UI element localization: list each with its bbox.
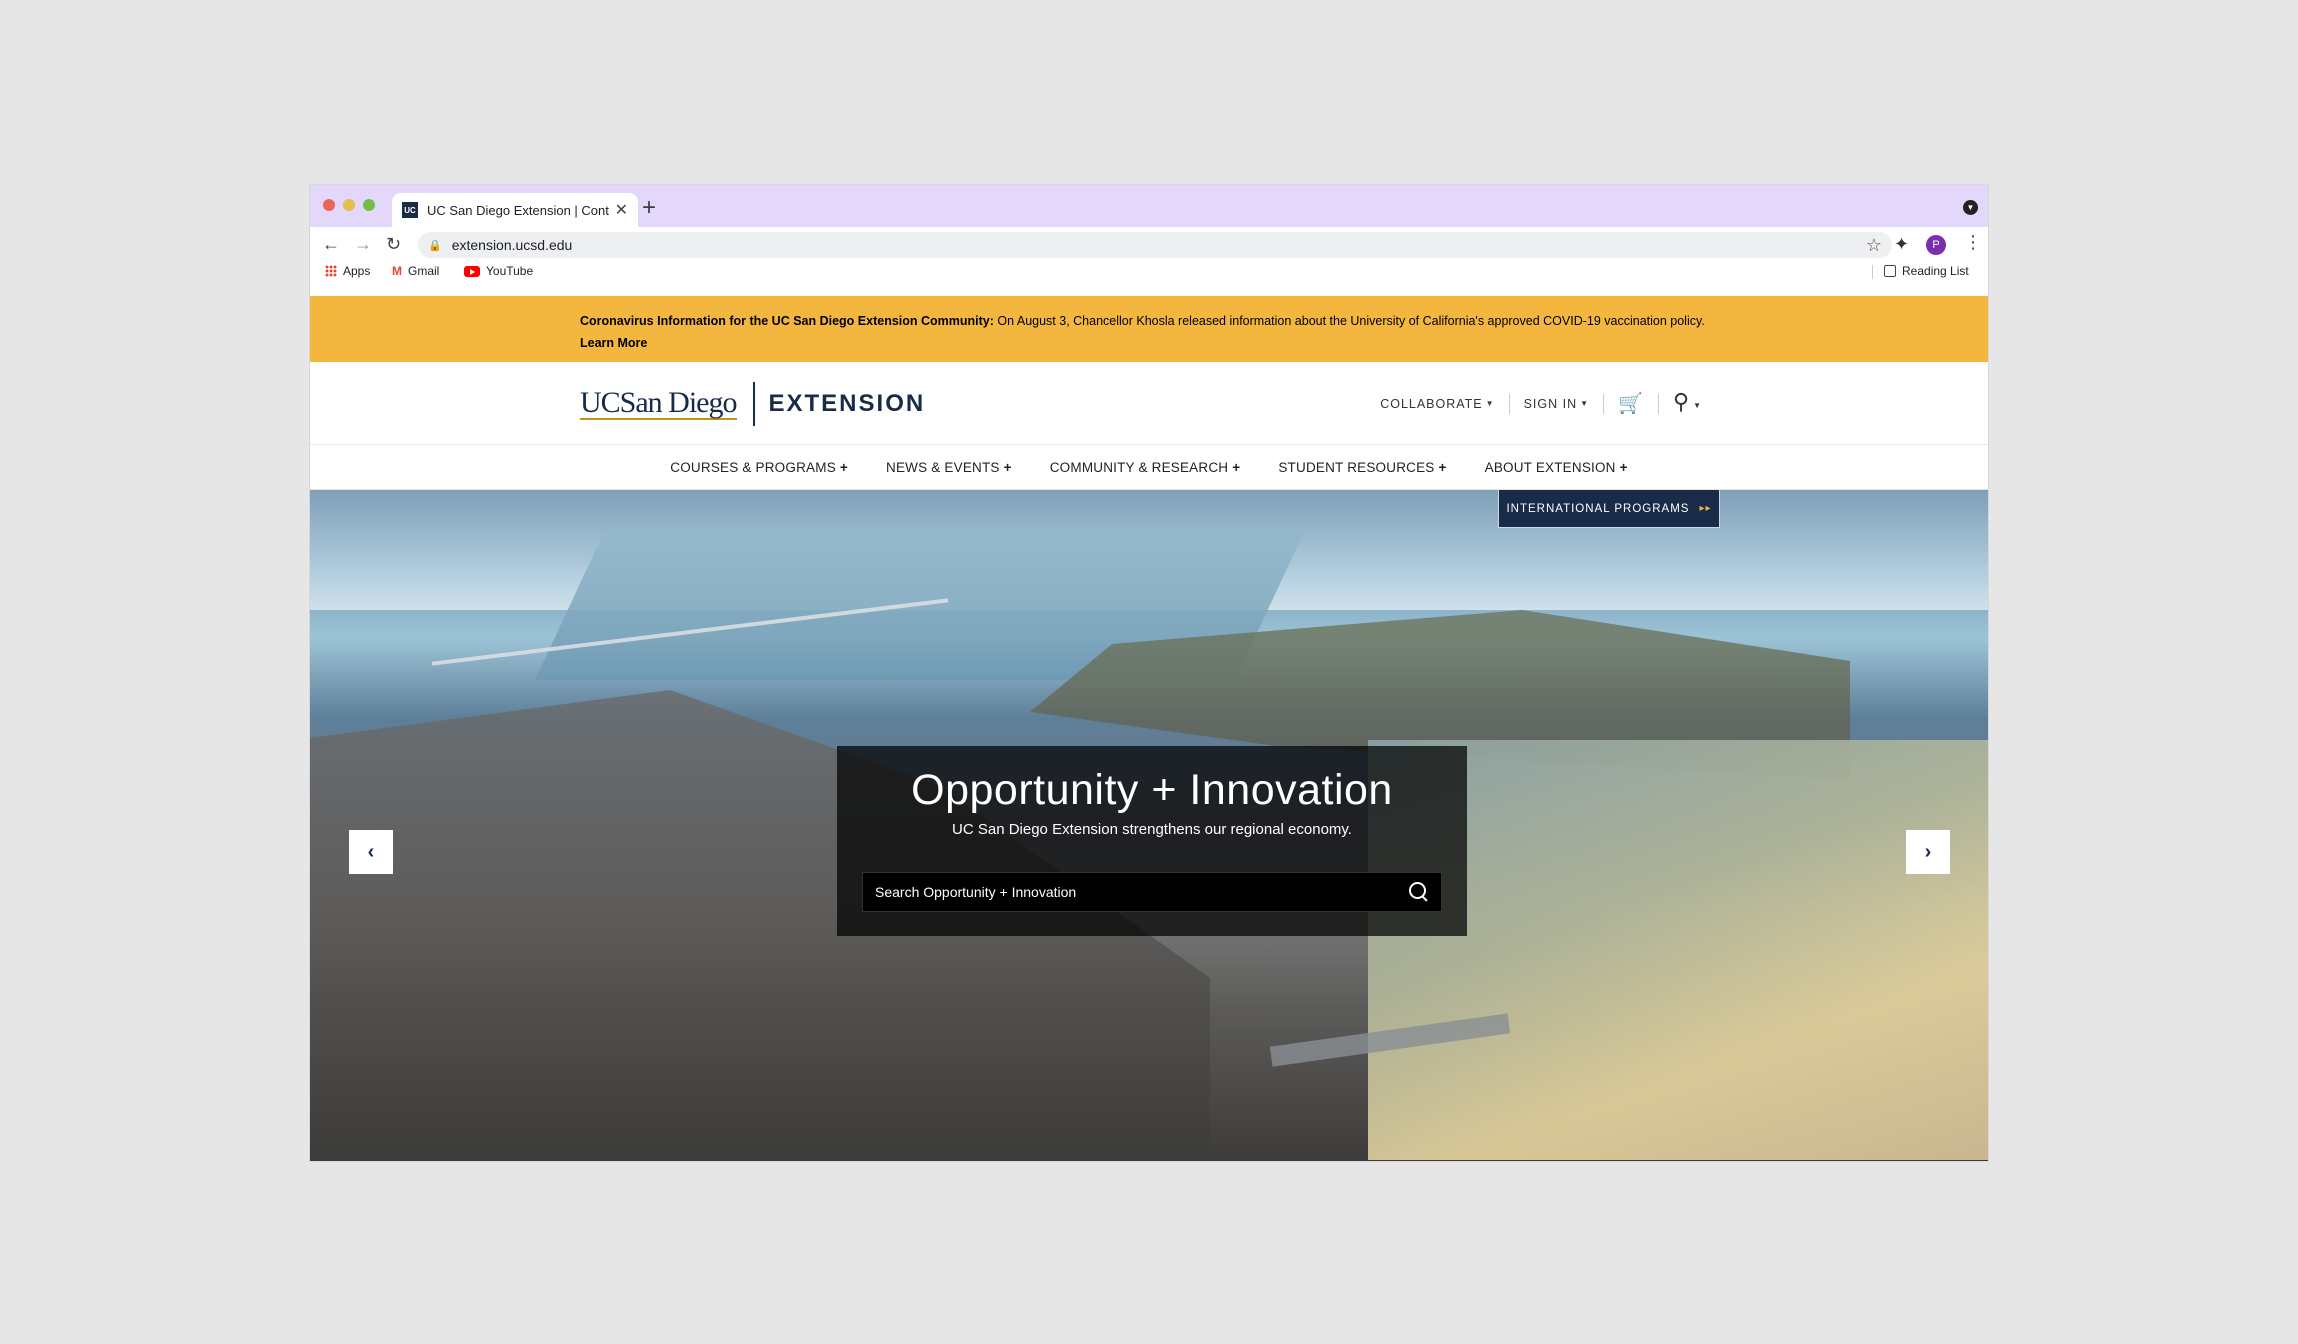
collaborate-menu[interactable]: COLLABORATE ▼ (1366, 393, 1510, 415)
hero-subtitle: UC San Diego Extension strengthens our r… (952, 821, 1352, 838)
learn-more-link[interactable]: Learn More (580, 336, 647, 350)
forward-icon[interactable]: → (354, 232, 372, 256)
bookmark-label: Apps (343, 264, 371, 278)
nav-item-courses-programs[interactable]: COURSES & PROGRAMS + (670, 460, 848, 475)
bookmarks-divider (1872, 265, 1873, 279)
tab-strip: UC UC San Diego Extension | Cont ✕ + ▼ (310, 185, 1988, 227)
alert-body: On August 3, Chancellor Khosla released … (993, 314, 1705, 328)
nav-item-news-events[interactable]: NEWS & EVENTS + (886, 460, 1012, 475)
nav-item-community-research[interactable]: COMMUNITY & RESEARCH + (1050, 460, 1241, 475)
nav-label: COURSES & PROGRAMS (670, 459, 836, 475)
hero-search-box (862, 872, 1442, 912)
bookmark-gmail[interactable]: M Gmail (392, 264, 439, 278)
close-tab-icon[interactable]: ✕ (615, 200, 628, 220)
search-menu[interactable]: ⚲ ▼ (1659, 389, 1716, 416)
more-menu-icon[interactable]: ⋮ (1964, 232, 1982, 253)
nav-item-about-extension[interactable]: ABOUT EXTENSION + (1485, 460, 1628, 475)
expand-plus-icon: + (1003, 459, 1012, 475)
nav-label: ABOUT EXTENSION (1484, 459, 1616, 475)
caret-down-icon: ▼ (1580, 399, 1590, 409)
carousel-prev-button[interactable]: ‹ (349, 830, 393, 874)
nav-item-student-resources[interactable]: STUDENT RESOURCES + (1278, 460, 1446, 475)
youtube-icon (464, 265, 480, 277)
expand-plus-icon: + (1619, 459, 1628, 475)
alert-text: Coronavirus Information for the UC San D… (580, 310, 1730, 354)
collaborate-label: COLLABORATE (1380, 396, 1483, 411)
expand-plus-icon: + (1438, 459, 1447, 475)
favicon-icon: UC (402, 202, 418, 218)
extensions-puzzle-icon[interactable]: ✦ (1894, 234, 1909, 255)
site-header: UCSan Diego EXTENSION COLLABORATE ▼ SIGN … (310, 362, 1988, 445)
utility-nav: COLLABORATE ▼ SIGN IN ▼ 🛒 ⚲ ▼ (1366, 389, 1716, 416)
close-window-button[interactable] (323, 199, 335, 211)
search-icon: ⚲ (1672, 389, 1691, 414)
window-controls (323, 199, 375, 211)
sign-in-label: SIGN IN (1523, 396, 1578, 411)
bookmark-label: Gmail (408, 264, 440, 278)
search-icon[interactable] (1409, 882, 1429, 902)
intl-label: INTERNATIONAL PROGRAMS (1506, 502, 1690, 515)
site-logo[interactable]: UCSan Diego EXTENSION (580, 382, 925, 426)
url-text: extension.ucsd.edu (451, 237, 573, 253)
active-tab[interactable]: UC UC San Diego Extension | Cont ✕ (392, 193, 638, 227)
nav-label: NEWS & EVENTS (886, 459, 1000, 475)
caret-down-icon: ▼ (1693, 400, 1702, 410)
nav-label: COMMUNITY & RESEARCH (1049, 459, 1229, 475)
lock-icon: 🔒 (428, 239, 442, 252)
bookmark-apps[interactable]: Apps (325, 264, 370, 278)
reading-list-icon (1884, 265, 1896, 277)
tab-search-icon[interactable]: ▼ (1963, 200, 1978, 215)
hero-caption-box: Opportunity + Innovation UC San Diego Ex… (837, 746, 1467, 936)
main-nav: COURSES & PROGRAMS + NEWS & EVENTS + COMMU… (310, 445, 1988, 490)
back-icon[interactable]: ← (322, 232, 340, 256)
apps-grid-icon (325, 265, 337, 277)
chevron-right-icon: › (1924, 840, 1932, 863)
bookmark-youtube[interactable]: YouTube (464, 264, 533, 278)
browser-window: UC UC San Diego Extension | Cont ✕ + ▼ ←… (310, 185, 1988, 1161)
reload-icon[interactable]: ↻ (386, 232, 401, 256)
hero-banner: INTERNATIONAL PROGRAMS ▸▸ ‹ › Opportunit… (310, 490, 1988, 1161)
international-programs-button[interactable]: INTERNATIONAL PROGRAMS ▸▸ (1498, 490, 1720, 528)
bookmark-star-icon[interactable]: ☆ (1866, 235, 1882, 256)
maximize-window-button[interactable] (363, 199, 375, 211)
gmail-icon: M (392, 264, 402, 278)
expand-plus-icon: + (1232, 459, 1241, 475)
address-bar[interactable]: 🔒 extension.ucsd.edu ☆ (418, 232, 1892, 258)
nav-label: STUDENT RESOURCES (1278, 459, 1435, 475)
bookmarks-bar: Apps M Gmail YouTube Reading List (310, 261, 1988, 283)
profile-avatar[interactable]: P (1926, 235, 1946, 255)
new-tab-button[interactable]: + (642, 193, 656, 223)
bookmark-label: YouTube (486, 264, 534, 278)
caret-down-icon: ▼ (1485, 399, 1495, 409)
reading-list-button[interactable]: Reading List (1884, 264, 1969, 278)
chevron-left-icon: ‹ (367, 840, 375, 863)
reading-list-label: Reading List (1902, 264, 1969, 278)
hero-title: Opportunity + Innovation (911, 766, 1393, 814)
double-arrow-icon: ▸▸ (1699, 503, 1712, 514)
hero-search-input[interactable] (875, 884, 1409, 900)
carousel-next-button[interactable]: › (1906, 830, 1950, 874)
alert-lead: Coronavirus Information for the UC San D… (580, 314, 994, 328)
expand-plus-icon: + (839, 459, 848, 475)
sign-in-menu[interactable]: SIGN IN ▼ (1510, 393, 1605, 415)
tab-title: UC San Diego Extension | Cont (427, 202, 609, 218)
minimize-window-button[interactable] (343, 199, 355, 211)
ucsd-wordmark: UCSan Diego (580, 386, 737, 420)
logo-divider (752, 382, 755, 426)
extension-wordmark: EXTENSION (768, 390, 926, 417)
cart-icon[interactable]: 🛒 (1604, 393, 1659, 414)
covid-alert-banner: Coronavirus Information for the UC San D… (310, 296, 1988, 362)
browser-toolbar: ← → ↻ 🔒 extension.ucsd.edu ☆ ✦ P ⋮ (310, 227, 1988, 261)
